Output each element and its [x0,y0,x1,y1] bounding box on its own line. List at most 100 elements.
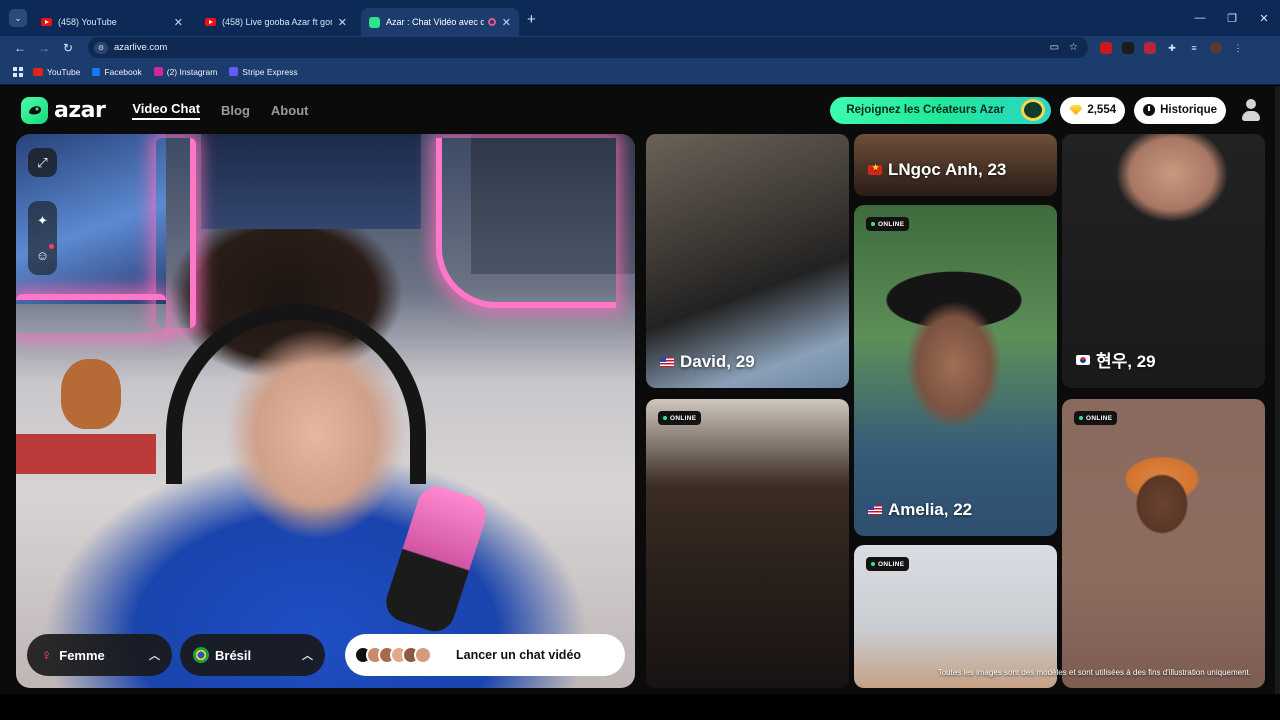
nav-about[interactable]: About [271,103,309,118]
tab-azar[interactable]: Azar : Chat Vidéo avec de n ✕ [361,8,519,36]
history-label: Historique [1160,104,1217,116]
online-badge: ONLINE [866,557,910,571]
online-badge: ONLINE [658,411,702,425]
nav-blog[interactable]: Blog [221,103,250,118]
profile-card[interactable]: ONLINE [1062,399,1265,688]
brazil-flag-icon [193,647,209,663]
profile-card[interactable]: ONLINE [646,399,849,688]
country-filter-value: Brésil [215,647,252,663]
us-flag-icon [868,505,882,515]
menu-icon[interactable]: ⋮ [1232,42,1244,54]
back-icon[interactable]: ← [8,41,32,55]
avatar-stack [354,646,432,664]
azar-page: azar Video Chat Blog About Rejoignez les… [0,86,1275,694]
country-filter-button[interactable]: Brésil ︿ [180,634,325,676]
profile-card-hyunwoo[interactable]: 현우, 29 [1062,134,1265,388]
profile-card-david[interactable]: David, 29 [646,134,849,388]
apps-grid-icon[interactable] [13,66,23,77]
effects-toolbar: ✦ ☺ [28,201,57,275]
join-creators-button[interactable]: Rejoignez les Créateurs Azar [830,96,1052,124]
page-scrollbar[interactable] [1275,86,1280,694]
window-controls: — ❐ ✕ [1184,0,1280,36]
profile-name-text: 현우, 29 [1096,352,1156,371]
tab-title: (458) Live gooba Azar ft gomm [222,17,332,27]
profile-name-text: David, 29 [680,352,755,371]
close-icon[interactable]: ✕ [502,16,511,29]
face-sticker-icon[interactable]: ☺ [28,241,57,270]
forward-icon[interactable]: → [32,41,56,55]
fullscreen-icon[interactable]: ⤢ [28,148,57,177]
nav-video-chat[interactable]: Video Chat [132,101,201,120]
tab-title: Azar : Chat Vidéo avec de n [386,17,484,27]
gems-count: 2,554 [1087,104,1117,116]
tab-youtube-live[interactable]: (458) Live gooba Azar ft gomm ✕ [197,8,355,36]
bookmark-facebook[interactable]: Facebook [92,66,142,77]
user-icon[interactable] [1241,99,1261,121]
new-tab-button[interactable]: + [527,11,536,28]
bookmark-youtube[interactable]: YouTube [33,67,80,77]
bookmark-instagram[interactable]: (2) Instagram [153,66,218,77]
address-bar-row: ← → ↻ ⚙ azarlive.com ▭ ☆ ✚ ≡ ⋮ [0,36,1280,59]
extension-icon[interactable] [1100,41,1112,54]
browser-tab-bar: ⌄ (458) YouTube ✕ (458) Live gooba Azar … [0,0,1280,36]
close-icon[interactable]: ✕ [338,16,347,29]
bookmark-stripe[interactable]: Stripe Express [229,66,298,77]
tab-title: (458) YouTube [58,17,117,27]
media-icon[interactable]: ≡ [1188,42,1200,54]
background-poster [201,134,421,229]
youtube-icon [205,18,216,26]
start-video-chat-button[interactable]: Lancer un chat vidéo [345,634,625,676]
clock-icon [1143,104,1156,116]
azar-logo[interactable]: azar [21,96,106,124]
site-info-icon[interactable]: ⚙ [94,41,108,54]
cast-icon[interactable]: ▭ [1050,42,1059,53]
url-input[interactable]: ⚙ azarlive.com ▭ ☆ [88,37,1088,58]
tab-youtube[interactable]: (458) YouTube ✕ [33,8,191,36]
extension-icon[interactable] [1144,41,1156,54]
illustration-disclaimer: Toutes les images sont des modèles et so… [937,668,1251,677]
profile-card-amelia[interactable]: ONLINE Amelia, 22 [854,205,1057,536]
bookmark-label: Facebook [104,66,142,77]
profile-avatar[interactable] [1210,41,1222,54]
start-video-chat-label: Lancer un chat vidéo [456,648,582,662]
online-badge: ONLINE [1074,411,1118,425]
facebook-icon [92,67,101,76]
puzzle-icon[interactable]: ✚ [1166,42,1178,54]
bookmark-star-icon[interactable]: ☆ [1069,42,1078,53]
neon-light [16,294,166,334]
reload-icon[interactable]: ↻ [56,41,80,55]
us-flag-icon [660,357,674,367]
profile-name: David, 29 [660,352,755,372]
bookmark-label: YouTube [47,66,81,77]
youtube-icon [41,18,52,26]
close-icon[interactable]: ✕ [174,16,183,29]
avatar [414,646,432,664]
chevron-up-icon: ︿ [149,650,160,662]
gender-filter-button[interactable]: ♀ Femme ︿ [27,634,172,676]
azar-icon [369,16,380,28]
profile-name-text: LNgọc Anh, 23 [888,160,1007,179]
stripe-icon [229,67,239,76]
profile-card[interactable]: ONLINE [854,545,1057,688]
tab-search-button[interactable]: ⌄ [9,9,27,27]
bookmark-label: (2) Instagram [166,66,218,77]
gems-balance-button[interactable]: 2,554 [1060,96,1126,124]
logo-wordmark: azar [54,97,106,123]
restore-icon[interactable]: ❐ [1216,12,1248,25]
vietnam-flag-icon [868,163,882,175]
sparkle-effects-icon[interactable]: ✦ [28,206,57,235]
join-creators-label: Rejoignez les Créateurs Azar [846,104,1005,116]
microphone [381,481,491,637]
camera-tools: ⤢ ✦ ☺ [28,148,57,275]
profile-card-ngoc-anh[interactable]: LNgọc Anh, 23 [854,134,1057,196]
camera-preview: ⤢ ✦ ☺ ♀ Femme ︿ Brésil ︿ Lancer un chat … [16,134,635,688]
history-button[interactable]: Historique [1134,96,1226,124]
female-icon: ♀ [41,646,53,664]
close-window-icon[interactable]: ✕ [1248,12,1280,25]
profile-name: LNgọc Anh, 23 [868,160,1006,180]
korea-flag-icon [1076,354,1090,365]
minimize-icon[interactable]: — [1184,12,1216,24]
chevron-up-icon: ︿ [302,650,313,662]
extension-icon[interactable] [1122,41,1134,54]
bookmark-label: Stripe Express [242,66,298,77]
